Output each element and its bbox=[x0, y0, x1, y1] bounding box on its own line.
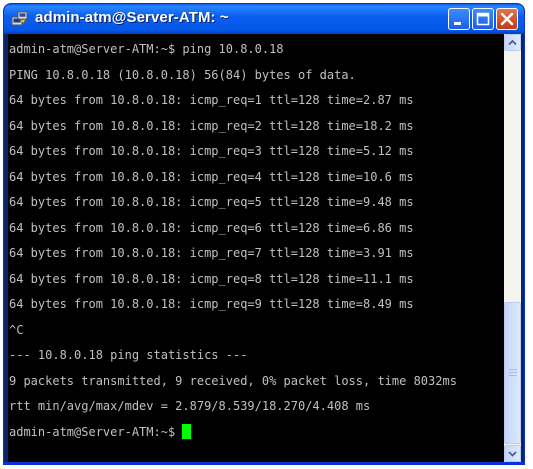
terminal-line: admin-atm@Server-ATM:~$ ping 10.8.0.18 bbox=[9, 42, 284, 56]
terminal-line: 64 bytes from 10.8.0.18: icmp_req=3 ttl=… bbox=[9, 144, 414, 158]
terminal-line: PING 10.8.0.18 (10.8.0.18) 56(84) bytes … bbox=[9, 67, 356, 82]
minimize-icon bbox=[454, 22, 461, 25]
terminal-line: 64 bytes from 10.8.0.18: icmp_req=1 ttl=… bbox=[9, 93, 414, 107]
vertical-scrollbar[interactable] bbox=[504, 34, 521, 462]
terminal-line: 64 bytes from 10.8.0.18: icmp_req=6 ttl=… bbox=[9, 220, 414, 235]
terminal-output[interactable]: admin-atm@Server-ATM:~$ ping 10.8.0.18 P… bbox=[8, 34, 504, 462]
terminal-lines: admin-atm@Server-ATM:~$ ping 10.8.0.18 P… bbox=[8, 37, 457, 445]
title-bar[interactable]: admin-atm@Server-ATM: ~ bbox=[4, 4, 524, 34]
close-icon bbox=[500, 12, 514, 26]
terminal-line: ^C bbox=[9, 322, 24, 337]
shell-prompt: admin-atm@Server-ATM:~$ bbox=[9, 424, 183, 439]
terminal-line: 64 bytes from 10.8.0.18: icmp_req=4 ttl=… bbox=[9, 169, 414, 184]
terminal-line: 9 packets transmitted, 9 received, 0% pa… bbox=[9, 373, 457, 388]
putty-terminal-icon[interactable] bbox=[11, 10, 29, 28]
thumb-grip bbox=[509, 369, 517, 370]
scroll-down-button[interactable] bbox=[504, 445, 521, 462]
terminal-line: 64 bytes from 10.8.0.18: icmp_req=5 ttl=… bbox=[9, 195, 414, 209]
terminal-window: admin-atm@Server-ATM: ~ admin-atm@Server… bbox=[3, 3, 525, 465]
scroll-down-arrow-icon bbox=[508, 451, 517, 457]
minimize-button[interactable] bbox=[448, 8, 470, 30]
terminal-line: --- 10.8.0.18 ping statistics --- bbox=[9, 348, 248, 362]
terminal-line: 64 bytes from 10.8.0.18: icmp_req=8 ttl=… bbox=[9, 271, 414, 286]
terminal-line: 64 bytes from 10.8.0.18: icmp_req=9 ttl=… bbox=[9, 297, 414, 311]
thumb-grip bbox=[509, 372, 517, 373]
text-cursor bbox=[182, 423, 192, 439]
scroll-up-arrow-icon bbox=[508, 39, 517, 46]
thumb-grip bbox=[509, 375, 517, 376]
terminal-line: 64 bytes from 10.8.0.18: icmp_req=7 ttl=… bbox=[9, 246, 414, 260]
window-title: admin-atm@Server-ATM: ~ bbox=[35, 9, 229, 26]
maximize-button[interactable] bbox=[472, 8, 494, 30]
scroll-up-button[interactable] bbox=[504, 34, 521, 51]
scroll-thumb[interactable] bbox=[504, 302, 521, 444]
maximize-icon bbox=[476, 12, 490, 26]
window-border-bottom bbox=[4, 462, 524, 464]
prompt-line[interactable]: admin-atm@Server-ATM:~$ bbox=[8, 420, 457, 446]
terminal-line: rtt min/avg/max/mdev = 2.879/8.539/18.27… bbox=[9, 399, 371, 413]
close-button[interactable] bbox=[496, 8, 518, 30]
terminal-line: 64 bytes from 10.8.0.18: icmp_req=2 ttl=… bbox=[9, 118, 414, 133]
